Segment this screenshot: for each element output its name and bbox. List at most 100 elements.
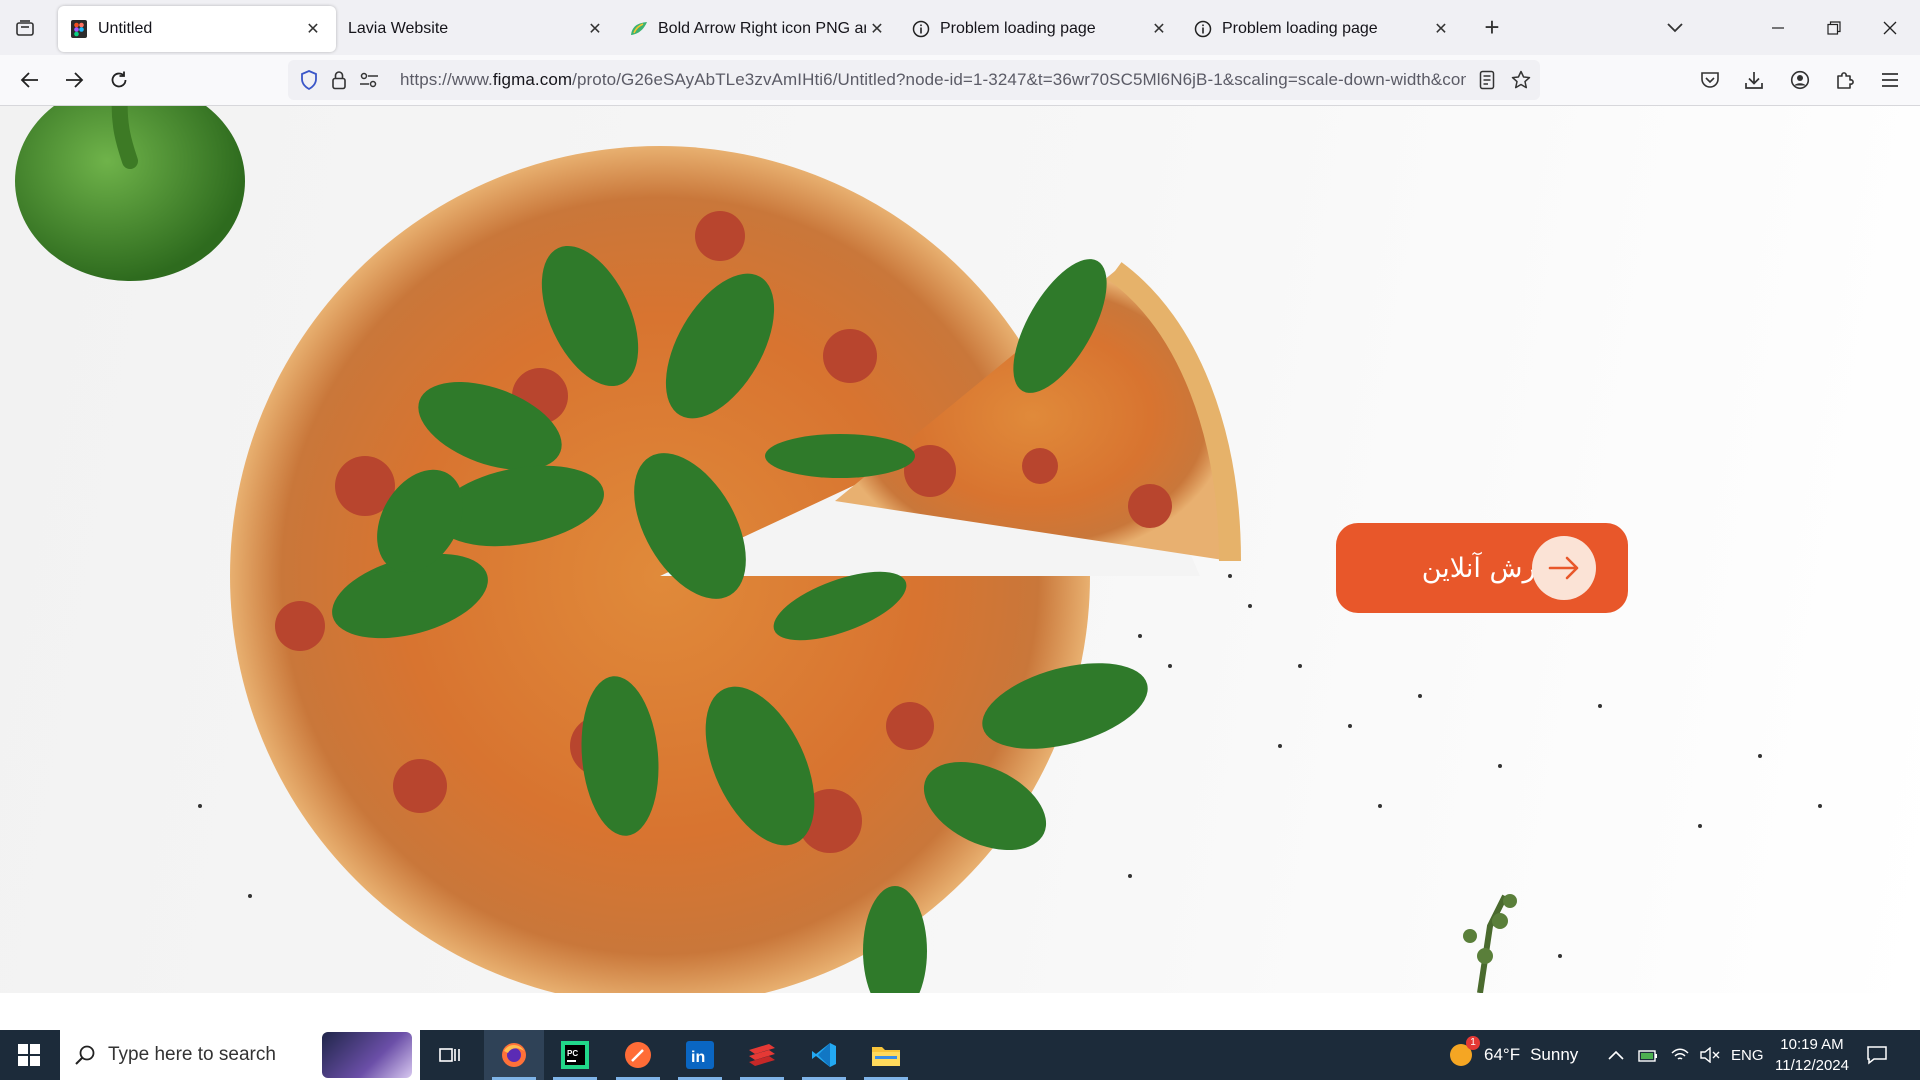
start-button[interactable] xyxy=(0,1030,58,1080)
tab-title: Lavia Website xyxy=(348,19,449,37)
weather-condition: Sunny xyxy=(1530,1045,1579,1064)
arrow-right-circle-icon xyxy=(1532,536,1596,600)
restore-icon xyxy=(1827,20,1841,35)
figma-prototype-frame: سفارش آنلاین xyxy=(0,106,1920,993)
linkedin-icon: in xyxy=(686,1041,714,1069)
bookmark-star-icon[interactable] xyxy=(1506,60,1536,100)
account-icon xyxy=(1790,70,1810,90)
pocket-button[interactable] xyxy=(1692,62,1728,98)
weather-notification-badge: 1 xyxy=(1466,1036,1480,1050)
lock-icon[interactable] xyxy=(324,60,354,100)
page-bottom-area xyxy=(0,993,1920,1030)
close-tab-icon[interactable]: ✕ xyxy=(866,18,888,40)
reader-view-icon[interactable] xyxy=(1472,60,1502,100)
close-tab-icon[interactable]: ✕ xyxy=(1148,18,1170,40)
battery-icon xyxy=(1638,1050,1657,1062)
search-icon xyxy=(75,1045,95,1065)
app-menu-button[interactable] xyxy=(1872,62,1908,98)
battery-tray-button[interactable] xyxy=(1638,1030,1658,1080)
task-view-icon xyxy=(439,1048,460,1062)
info-icon xyxy=(1194,20,1212,38)
list-all-tabs-button[interactable] xyxy=(1657,12,1693,44)
notification-center-button[interactable] xyxy=(1866,1030,1888,1080)
hamburger-menu-icon xyxy=(1882,73,1898,87)
reload-icon xyxy=(111,71,127,88)
taskbar-file-explorer[interactable] xyxy=(856,1030,916,1080)
windows-taskbar: Type here to search PC in 1 64°F Sunny E… xyxy=(0,1030,1920,1080)
taskbar-firefox[interactable] xyxy=(484,1030,544,1080)
restore-button[interactable] xyxy=(1806,0,1862,55)
chevron-up-icon xyxy=(1608,1050,1624,1060)
arrow-right-icon xyxy=(66,72,84,88)
language-indicator: ENG xyxy=(1731,1046,1764,1064)
close-tab-icon[interactable]: ✕ xyxy=(302,18,324,40)
folder-icon xyxy=(872,1047,900,1066)
figma-icon xyxy=(70,19,88,38)
extensions-button[interactable] xyxy=(1827,62,1863,98)
tab-lavia-website[interactable]: Lavia Website ✕ xyxy=(336,6,618,52)
close-tab-icon[interactable]: ✕ xyxy=(584,18,606,40)
navigation-toolbar: https://www.figma.com/proto/G26eSAyAbTLe… xyxy=(0,55,1920,106)
permissions-icon[interactable] xyxy=(354,60,384,100)
pocket-icon xyxy=(1701,72,1719,88)
pizza-hero-image xyxy=(15,106,1822,993)
taskbar-postman[interactable] xyxy=(608,1030,668,1080)
taskbar-search-box[interactable]: Type here to search xyxy=(60,1030,420,1080)
leaf-logo-icon xyxy=(630,20,648,38)
tab-untitled[interactable]: Untitled ✕ xyxy=(58,5,336,52)
close-tab-icon[interactable]: ✕ xyxy=(1430,18,1452,40)
weather-widget[interactable]: 1 64°F Sunny xyxy=(1448,1030,1578,1080)
tab-title: Problem loading page xyxy=(940,19,1096,37)
show-hidden-icons-button[interactable] xyxy=(1608,1030,1624,1080)
wifi-icon xyxy=(1671,1048,1689,1060)
address-bar[interactable]: https://www.figma.com/proto/G26eSAyAbTLe… xyxy=(288,60,1540,100)
close-window-button[interactable] xyxy=(1862,0,1918,55)
vscode-icon xyxy=(812,1043,836,1067)
volume-tray-button[interactable] xyxy=(1700,1030,1720,1080)
search-highlight-image xyxy=(322,1032,412,1078)
tab-problem-loading-2[interactable]: Problem loading page ✕ xyxy=(1182,6,1464,52)
tab-title: Problem loading page xyxy=(1222,19,1378,37)
back-button[interactable] xyxy=(12,62,48,98)
network-tray-button[interactable] xyxy=(1670,1030,1690,1080)
search-placeholder: Type here to search xyxy=(108,1044,276,1065)
tracking-protection-shield-icon[interactable] xyxy=(294,60,324,100)
weather-sun-icon: 1 xyxy=(1448,1036,1480,1068)
taskbar-anydesk[interactable] xyxy=(732,1030,792,1080)
tab-title: Untitled xyxy=(98,19,153,37)
svg-text:PC: PC xyxy=(567,1049,578,1058)
input-language-button[interactable]: ENG xyxy=(1731,1030,1764,1080)
taskbar-vscode[interactable] xyxy=(794,1030,854,1080)
url-prefix: https://www. xyxy=(400,70,493,89)
tab-title: Bold Arrow Right icon PNG and SVG xyxy=(658,19,866,37)
svg-text:in: in xyxy=(691,1049,705,1066)
weather-temperature: 64°F xyxy=(1484,1045,1521,1064)
close-icon xyxy=(1883,21,1897,34)
speaker-muted-icon xyxy=(1700,1047,1720,1063)
tab-overview-button[interactable] xyxy=(0,0,50,55)
url-text[interactable]: https://www.figma.com/proto/G26eSAyAbTLe… xyxy=(400,70,1466,90)
tab-bold-arrow-right[interactable]: Bold Arrow Right icon PNG and SVG ✕ xyxy=(618,6,900,52)
url-domain: figma.com xyxy=(492,70,573,89)
taskbar-clock[interactable]: 10:19 AM 11/12/2024 xyxy=(1764,1034,1860,1076)
minimize-button[interactable] xyxy=(1750,0,1806,55)
tab-strip: Untitled ✕ Lavia Website ✕ Bold Arrow Ri… xyxy=(0,0,1920,55)
windows-logo-icon xyxy=(18,1044,40,1066)
info-icon xyxy=(912,20,930,38)
taskbar-pycharm[interactable]: PC xyxy=(545,1030,605,1080)
arrow-left-icon xyxy=(20,72,38,88)
downloads-button[interactable] xyxy=(1736,62,1772,98)
forward-button[interactable] xyxy=(56,62,92,98)
taskbar-linkedin[interactable]: in xyxy=(670,1030,730,1080)
account-button[interactable] xyxy=(1782,62,1818,98)
tab-overview-icon xyxy=(16,19,34,36)
task-view-button[interactable] xyxy=(420,1030,480,1080)
download-icon xyxy=(1745,72,1763,89)
redis-stack-icon xyxy=(749,1044,775,1066)
order-online-button[interactable]: سفارش آنلاین xyxy=(1336,523,1628,613)
new-tab-button[interactable]: + xyxy=(1474,10,1510,46)
reload-button[interactable] xyxy=(101,62,137,98)
tab-problem-loading-1[interactable]: Problem loading page ✕ xyxy=(900,6,1182,52)
postman-icon xyxy=(625,1042,651,1068)
clock-time: 10:19 AM xyxy=(1780,1036,1844,1053)
